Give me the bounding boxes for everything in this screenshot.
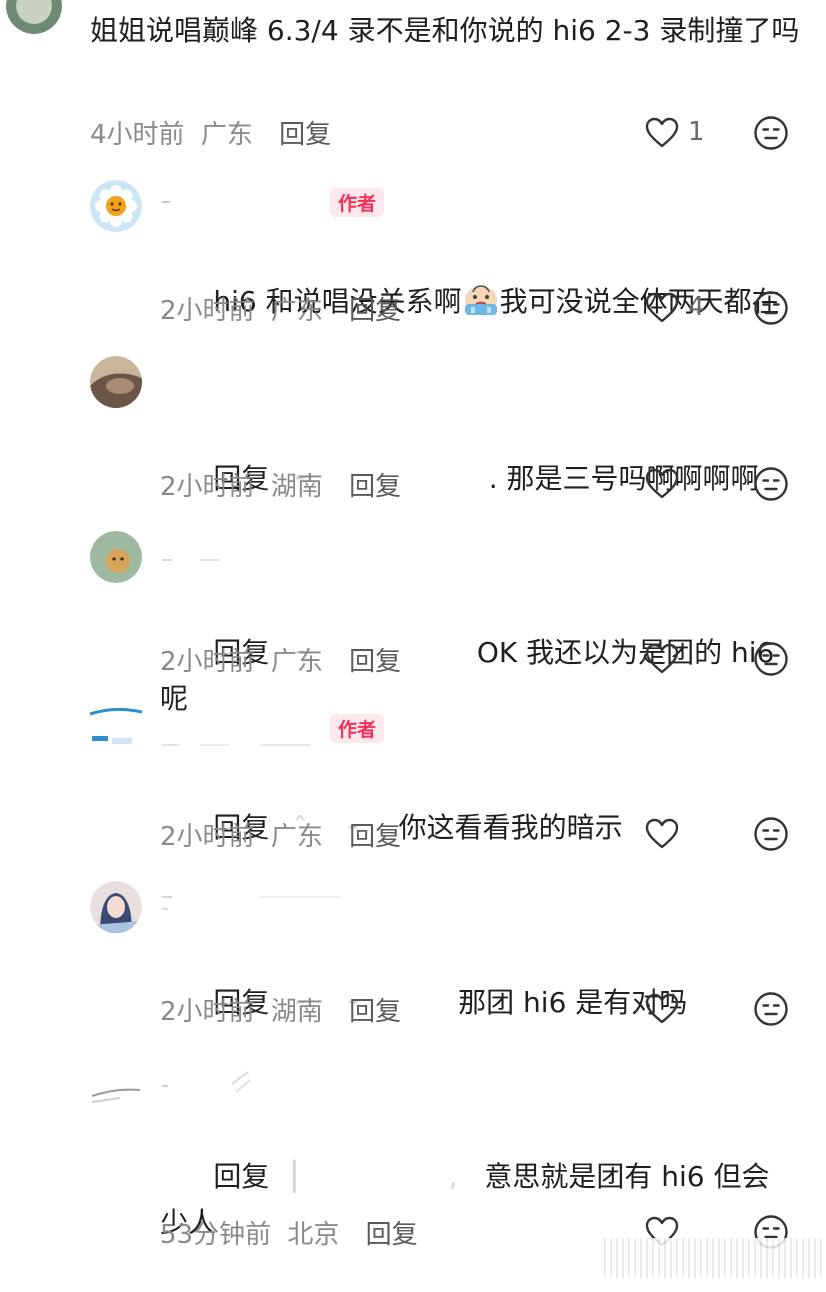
comment-location: 北京 <box>287 1220 340 1250</box>
heart-icon[interactable] <box>645 818 679 850</box>
comment-time: 53分钟前 <box>160 1220 272 1250</box>
reply-target-hidden[interactable]: ▏ , <box>269 1160 484 1193</box>
username-hidden[interactable] <box>160 1066 280 1100</box>
comment-meta: 2小时前 广东 回复 <box>160 816 401 853</box>
username-hidden[interactable] <box>160 889 360 919</box>
reply-button[interactable]: 回复 <box>349 472 401 502</box>
heart-icon[interactable] <box>645 292 679 324</box>
comment-list: 姐姐说唱巅峰 6.3/4 录不是和你说的 hi6 2-3 录制撞了吗 4小时前 … <box>0 0 826 1281</box>
comment-meta: 2小时前 广东 回复 <box>160 641 401 678</box>
dislike-face-icon[interactable] <box>753 115 789 151</box>
comment-location: 广东 <box>270 647 323 677</box>
dislike-face-icon[interactable] <box>753 816 789 852</box>
reply-button[interactable]: 回复 <box>349 296 401 326</box>
like-count: 4 <box>688 292 705 322</box>
username-hidden[interactable] <box>160 190 310 216</box>
comment-time: 2小时前 <box>160 472 255 502</box>
comment-time: 2小时前 <box>160 647 255 677</box>
avatar[interactable] <box>90 881 142 933</box>
comment-meta: 2小时前 广东 回复 <box>160 290 401 327</box>
heart-icon[interactable] <box>645 117 679 149</box>
heart-icon[interactable] <box>645 993 679 1025</box>
watermark-stripe <box>604 1238 824 1278</box>
dislike-face-icon[interactable] <box>753 991 789 1027</box>
reply-button[interactable]: 回复 <box>349 647 401 677</box>
avatar[interactable] <box>90 706 142 746</box>
comment-time: 2小时前 <box>160 296 255 326</box>
like-count: 1 <box>688 117 705 147</box>
comment-location: 广东 <box>270 822 323 852</box>
comment-time: 4小时前 <box>90 120 185 150</box>
comment-text: 姐姐说唱巅峰 6.3/4 录不是和你说的 hi6 2-3 录制撞了吗 <box>90 14 800 47</box>
username-hidden[interactable] <box>160 547 280 572</box>
reply-prefix: 回复 <box>213 1160 270 1193</box>
comment-location: 广东 <box>270 296 323 326</box>
heart-icon[interactable] <box>645 468 679 500</box>
comment-time: 2小时前 <box>160 997 255 1027</box>
username-hidden[interactable] <box>160 732 320 757</box>
author-badge: 作者 <box>330 714 385 743</box>
avatar[interactable] <box>6 0 62 34</box>
comment-text-part: 你这看看我的暗示 <box>398 811 623 844</box>
reply-button[interactable]: 回复 <box>366 1220 418 1250</box>
comment-time: 2小时前 <box>160 822 255 852</box>
comment-location: 湖南 <box>270 472 323 502</box>
comment-text-part: . 那是三号吗啊啊啊啊 <box>488 462 759 495</box>
avatar[interactable] <box>90 531 142 583</box>
dislike-face-icon[interactable] <box>753 290 789 326</box>
avatar[interactable] <box>90 356 142 408</box>
comment-meta: 53分钟前 北京 回复 <box>160 1214 418 1251</box>
reply-button[interactable]: 回复 <box>279 120 331 150</box>
comment-meta: 2小时前 湖南 回复 <box>160 466 401 503</box>
dislike-face-icon[interactable] <box>753 466 789 502</box>
dislike-face-icon[interactable] <box>753 641 789 677</box>
avatar[interactable] <box>90 1080 142 1104</box>
comment-meta: 4小时前 广东 回复 <box>90 114 331 151</box>
reply-button[interactable]: 回复 <box>349 822 401 852</box>
heart-icon[interactable] <box>645 643 679 675</box>
reply-button[interactable]: 回复 <box>349 997 401 1027</box>
comment-meta: 2小时前 湖南 回复 <box>160 991 401 1028</box>
comment-location: 广东 <box>200 120 253 150</box>
author-badge: 作者 <box>330 188 385 217</box>
crying-face-emoji-icon <box>464 285 497 315</box>
avatar[interactable] <box>90 180 142 232</box>
comment-text-part: 我可没说全体两天都在 <box>499 285 780 318</box>
comment-location: 湖南 <box>270 997 323 1027</box>
